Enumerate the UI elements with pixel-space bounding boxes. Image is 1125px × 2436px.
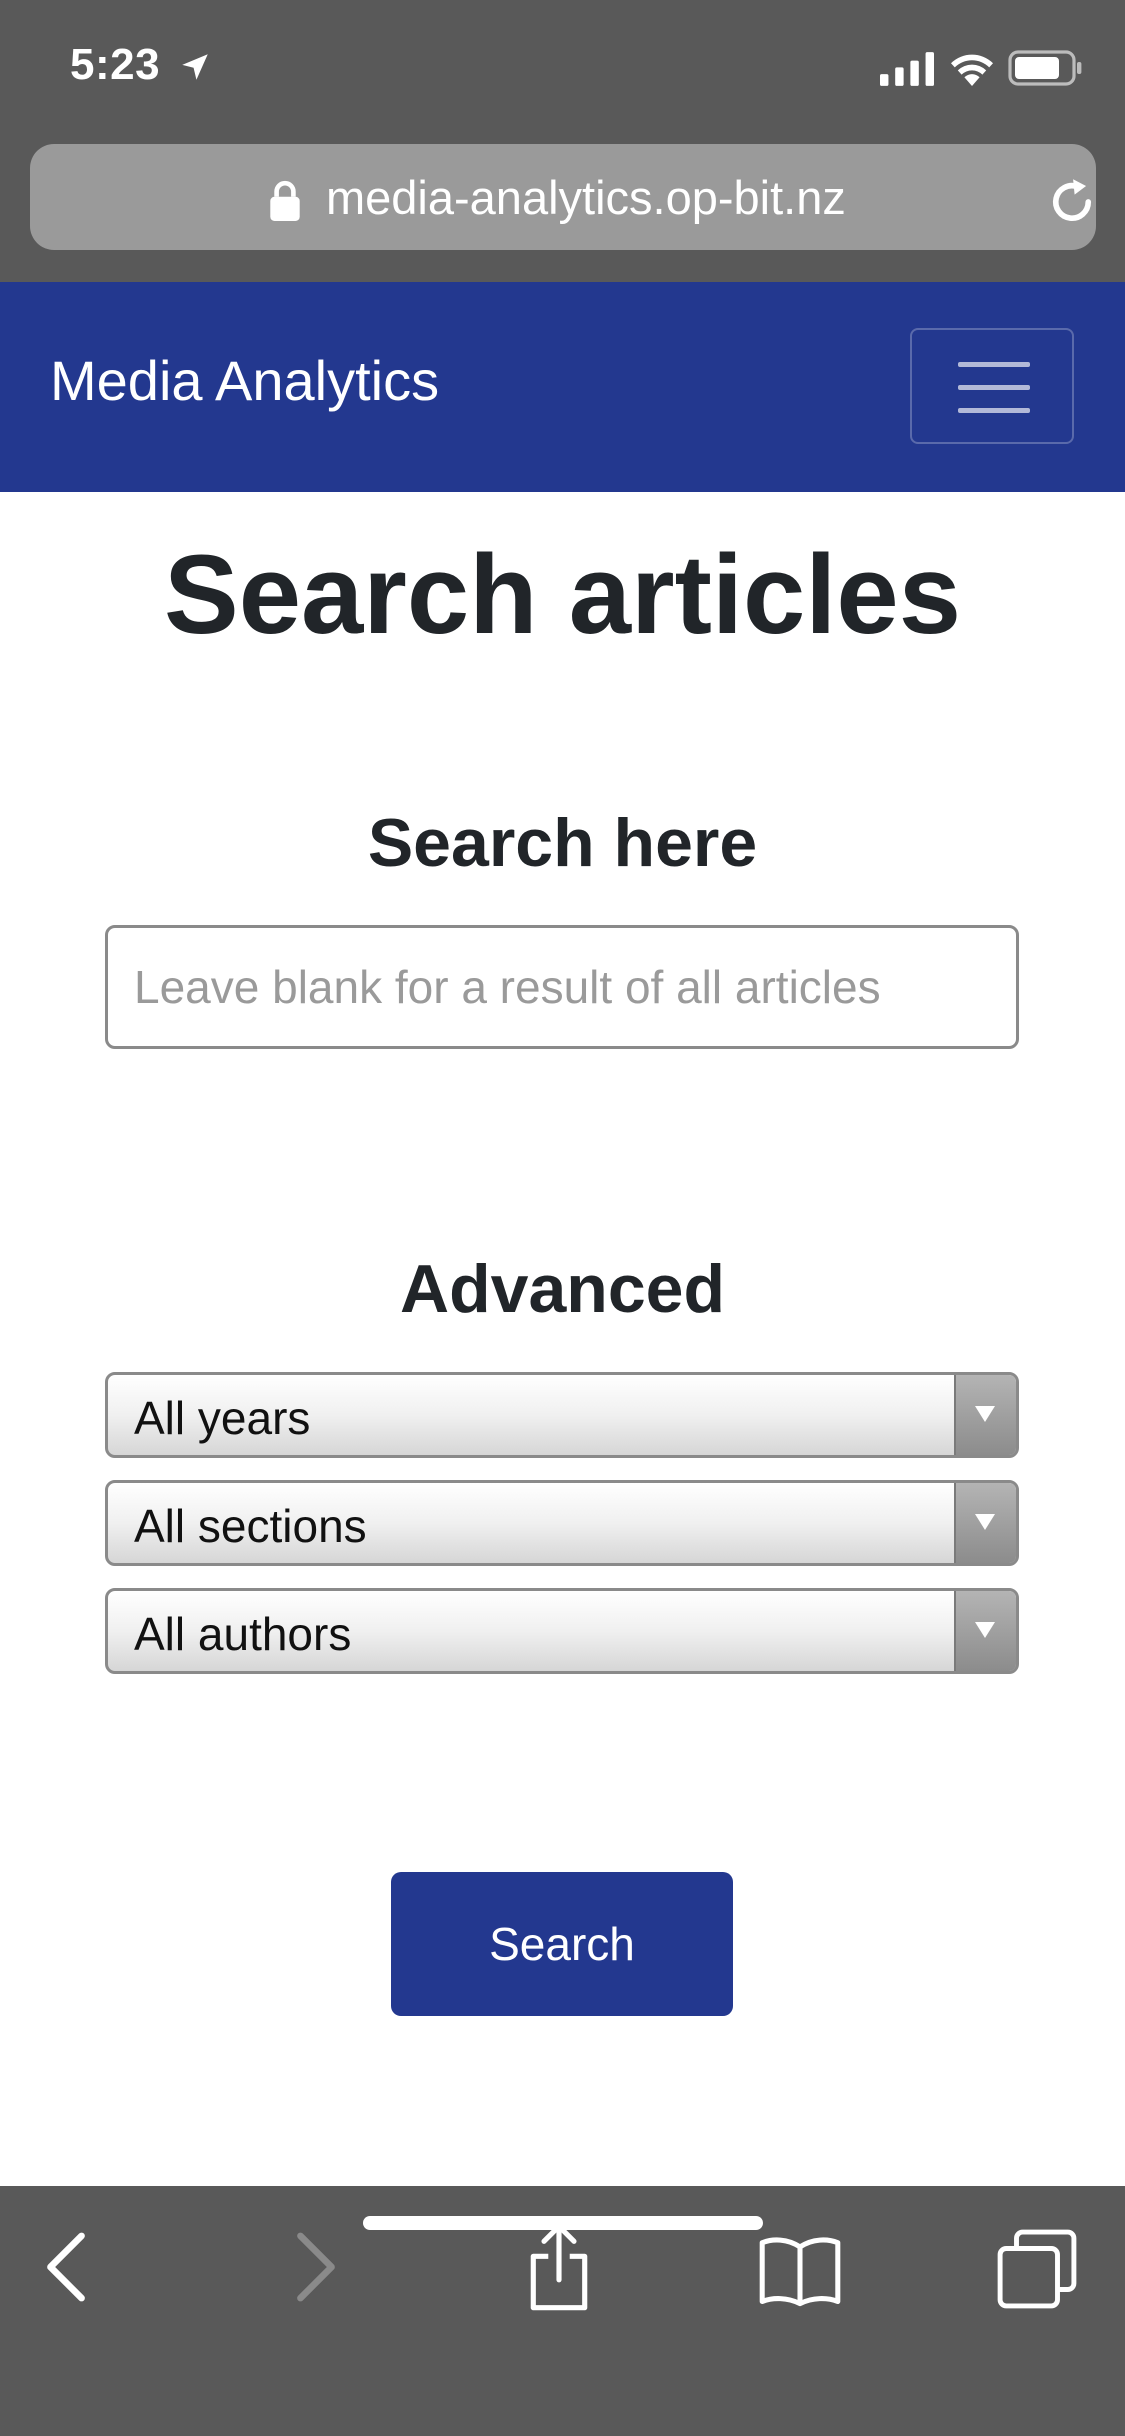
share-icon[interactable] bbox=[526, 2222, 592, 2312]
reload-icon[interactable] bbox=[1046, 176, 1098, 228]
lock-icon bbox=[270, 180, 300, 221]
forward-icon[interactable] bbox=[294, 2232, 338, 2302]
address-bar[interactable]: media-analytics.op-bit.nz bbox=[30, 144, 1096, 250]
back-icon[interactable] bbox=[44, 2232, 88, 2302]
hamburger-bar bbox=[958, 408, 1030, 413]
cellular-signal-icon bbox=[880, 52, 934, 86]
hamburger-menu-icon bbox=[958, 362, 1030, 367]
home-indicator bbox=[363, 2216, 763, 2230]
sections-select-value: All sections bbox=[134, 1500, 367, 1552]
search-input[interactable] bbox=[105, 925, 1019, 1049]
sections-select[interactable]: All sections bbox=[105, 1480, 1019, 1566]
dropdown-arrow bbox=[954, 1375, 1016, 1455]
search-heading: Search here bbox=[367, 805, 758, 881]
chevron-down-icon bbox=[975, 1514, 995, 1530]
chevron-down-icon bbox=[975, 1406, 995, 1422]
status-bar: 5:23 bbox=[0, 0, 1125, 136]
years-select[interactable]: All years bbox=[105, 1372, 1019, 1458]
search-button[interactable]: Search bbox=[391, 1872, 733, 2016]
dropdown-arrow bbox=[954, 1591, 1016, 1671]
browser-address-area: media-analytics.op-bit.nz bbox=[0, 136, 1125, 282]
wifi-icon bbox=[951, 54, 993, 86]
dropdown-arrow bbox=[954, 1483, 1016, 1563]
location-arrow-icon bbox=[182, 54, 208, 80]
years-select-value: All years bbox=[134, 1392, 311, 1444]
url-text: media-analytics.op-bit.nz bbox=[326, 171, 846, 224]
authors-select-value: All authors bbox=[134, 1608, 352, 1660]
advanced-heading: Advanced bbox=[400, 1251, 725, 1327]
bookmarks-icon[interactable] bbox=[758, 2232, 842, 2308]
navbar-brand[interactable]: Media Analytics bbox=[50, 348, 439, 413]
chevron-down-icon bbox=[975, 1622, 995, 1638]
navbar-toggler-button[interactable] bbox=[910, 328, 1074, 444]
navbar: Media Analytics bbox=[0, 282, 1125, 492]
status-time: 5:23 bbox=[70, 40, 161, 89]
authors-select[interactable]: All authors bbox=[105, 1588, 1019, 1674]
battery-icon bbox=[1008, 50, 1082, 86]
hamburger-bar bbox=[958, 385, 1030, 390]
tabs-icon[interactable] bbox=[996, 2228, 1078, 2310]
page-title: Search articles bbox=[164, 532, 961, 657]
